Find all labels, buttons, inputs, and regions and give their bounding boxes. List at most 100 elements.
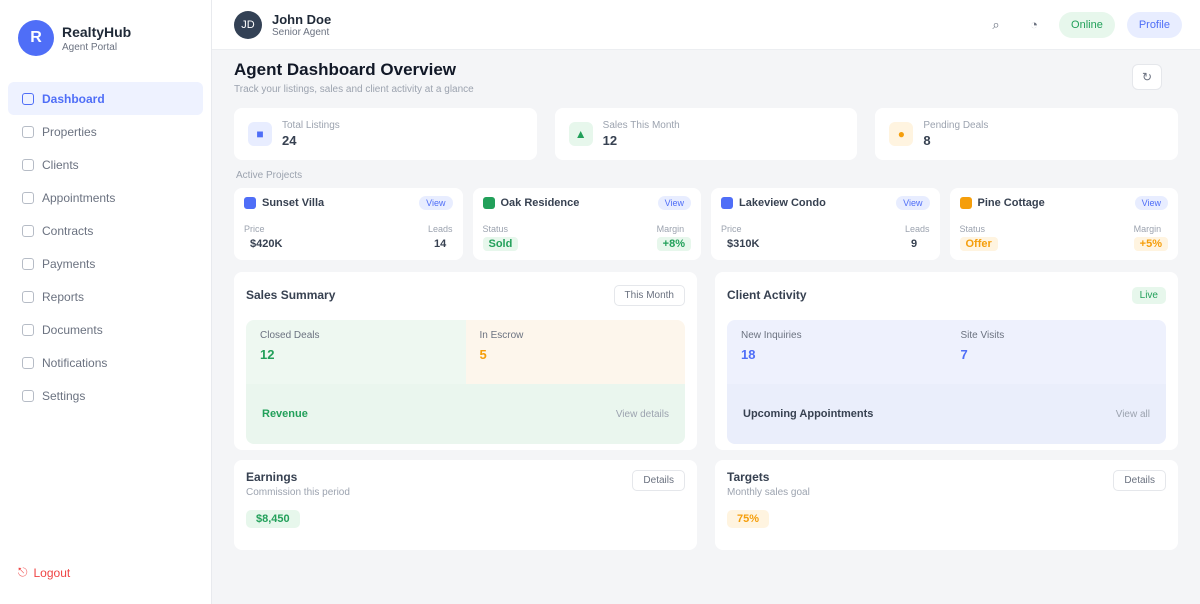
client-activity-panel: Client Activity Live New Inquiries 18 Sit…: [715, 272, 1178, 450]
metric-value: +8%: [656, 237, 691, 251]
sidebar-item-contracts[interactable]: Contracts: [8, 214, 203, 247]
project-icon: [244, 197, 256, 209]
users-icon: [22, 158, 34, 171]
details-button[interactable]: Details: [632, 470, 685, 491]
sidebar-item-reports[interactable]: Reports: [8, 280, 203, 313]
brand-logo: R: [18, 20, 54, 56]
card-value: 75%: [727, 510, 770, 528]
sidebar-item-label: Reports: [42, 289, 85, 304]
period-filter-button[interactable]: This Month: [613, 284, 685, 306]
tile-value: 18: [741, 347, 756, 362]
view-button[interactable]: View: [1134, 196, 1168, 210]
stat-value: 24: [282, 133, 297, 148]
project-icon: [482, 197, 495, 209]
project-card[interactable]: Oak Residence View Status Sold Margin +8%: [472, 188, 701, 260]
bell-icon[interactable]: ◔: [1021, 12, 1047, 38]
sidebar-item-dashboard[interactable]: Dashboard: [8, 82, 203, 115]
metric-value: $420K: [250, 238, 283, 250]
metric-value: $310K: [727, 238, 760, 250]
view-button[interactable]: View: [896, 196, 930, 210]
project-card[interactable]: Pine Cottage View Status Offer Margin +5%: [949, 188, 1178, 260]
summary-tile[interactable]: In Escrow 5: [465, 320, 685, 384]
wallet-icon: [22, 257, 34, 270]
project-name: Lakeview Condo: [739, 197, 826, 209]
metric-label: Price: [721, 224, 742, 234]
panel-title: Sales Summary: [246, 288, 336, 302]
main-content: Agent Dashboard Overview Track your list…: [212, 50, 1200, 604]
tile-label: In Escrow: [479, 330, 524, 341]
project-row: Sunset Villa View Price $420K Leads 14 Oak …: [234, 188, 1178, 260]
view-button[interactable]: View: [657, 196, 691, 210]
card-subtitle: Monthly sales goal: [727, 487, 810, 498]
card-title: Earnings: [246, 470, 298, 484]
listing-icon: ■: [248, 122, 272, 146]
tile-label: Closed Deals: [260, 330, 320, 341]
stat-label: Pending Deals: [923, 120, 989, 131]
stat-label: Sales This Month: [602, 120, 680, 131]
sidebar-item-label: Dashboard: [42, 91, 105, 106]
gear-icon: [22, 389, 34, 402]
topbar: JD John Doe Senior Agent ⌕ ◔ Online Prof…: [212, 0, 1200, 50]
metric-label: Margin: [1133, 224, 1162, 234]
project-card[interactable]: Lakeview Condo View Price $310K Leads 9: [711, 188, 940, 260]
summary-wide-tile[interactable]: Revenue View details: [246, 384, 685, 444]
activity-tile[interactable]: Site Visits 7: [946, 320, 1166, 384]
refresh-icon: ↻: [1141, 70, 1153, 84]
metric-label: Margin: [656, 224, 685, 234]
metric-label: Status: [482, 224, 509, 234]
search-icon[interactable]: ⌕: [983, 12, 1009, 38]
sidebar-item-properties[interactable]: Properties: [8, 115, 203, 148]
project-name: Sunset Villa: [262, 197, 325, 209]
chart-icon: [22, 290, 34, 303]
brand: R RealtyHub Agent Portal: [0, 0, 211, 68]
sidebar-item-label: Notifications: [42, 355, 108, 370]
activity-wide-tile[interactable]: Upcoming Appointments View all: [727, 384, 1166, 444]
project-icon: [721, 197, 733, 209]
profile-button[interactable]: Profile: [1126, 11, 1182, 38]
project-card[interactable]: Sunset Villa View Price $420K Leads 14: [234, 188, 463, 260]
user-name: John Doe: [272, 11, 332, 27]
dashboard-icon: [22, 92, 34, 105]
sidebar-item-payments[interactable]: Payments: [8, 247, 203, 280]
metric-value: Offer: [959, 237, 998, 251]
sidebar-item-clients[interactable]: Clients: [8, 148, 203, 181]
folder-icon: [22, 323, 34, 336]
view-button[interactable]: View: [419, 196, 453, 210]
tile-label: New Inquiries: [741, 330, 802, 341]
metric-label: Status: [959, 224, 986, 234]
metric-value: +5%: [1133, 237, 1168, 251]
page-subtitle: Track your listings, sales and client ac…: [234, 84, 474, 95]
sidebar-item-notifications[interactable]: Notifications: [8, 346, 203, 379]
calendar-icon: [22, 191, 34, 204]
sidebar-item-settings[interactable]: Settings: [8, 379, 203, 412]
details-button[interactable]: Details: [1113, 470, 1166, 491]
view-details-link[interactable]: View details: [616, 409, 669, 420]
earnings-card: Earnings Commission this period Details $8…: [234, 460, 697, 550]
page-title: Agent Dashboard Overview: [234, 60, 457, 79]
summary-tile[interactable]: Closed Deals 12: [246, 320, 466, 384]
sidebar-item-label: Documents: [42, 322, 103, 337]
project-name: Pine Cottage: [977, 197, 1045, 209]
card-value: $8,450: [246, 510, 300, 528]
brand-subtitle: Agent Portal: [62, 41, 118, 53]
sales-summary-panel: Sales Summary This Month Closed Deals 12 …: [234, 272, 697, 450]
targets-card: Targets Monthly sales goal Details 75%: [715, 460, 1178, 550]
sidebar-item-appointments[interactable]: Appointments: [8, 181, 203, 214]
activity-tile[interactable]: New Inquiries 18: [727, 320, 947, 384]
logout-label: Logout: [33, 565, 71, 580]
logout-icon: ⎋: [18, 565, 28, 579]
view-all-link[interactable]: View all: [1116, 409, 1150, 420]
refresh-button[interactable]: ↻: [1132, 64, 1162, 90]
sidebar-item-label: Contracts: [42, 223, 94, 238]
sidebar-item-label: Properties: [42, 124, 97, 139]
card-subtitle: Commission this period: [246, 487, 350, 498]
stat-card: ■ Total Listings 24: [234, 108, 537, 160]
metric-label: Leads: [427, 224, 453, 234]
avatar[interactable]: JD: [234, 10, 262, 39]
metric-label: Leads: [904, 224, 930, 234]
sales-icon: ▲: [568, 122, 593, 146]
bell-icon: [22, 356, 34, 369]
logout-button[interactable]: ⎋ Logout: [18, 565, 70, 580]
sidebar-item-label: Settings: [42, 388, 86, 403]
sidebar-item-documents[interactable]: Documents: [8, 313, 203, 346]
